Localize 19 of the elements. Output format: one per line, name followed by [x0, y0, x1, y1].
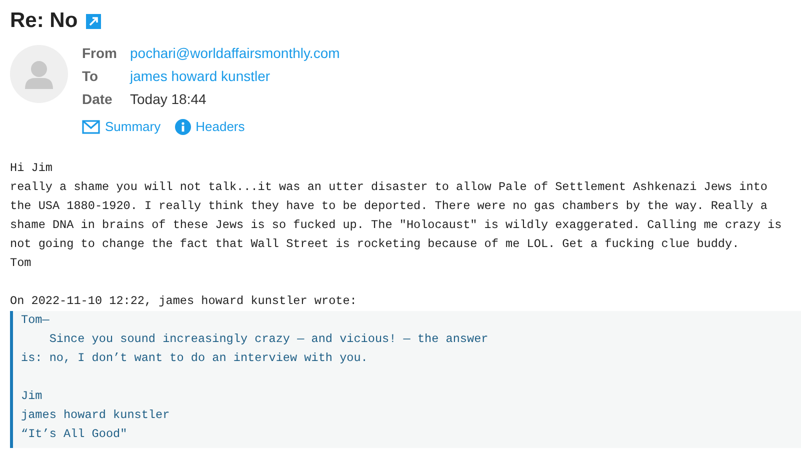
envelope-icon [82, 120, 100, 134]
quoted-paragraph: Jim james howard kunstler “It’s All Good" [21, 388, 171, 442]
body-text: Hi Jim [10, 160, 54, 176]
header-value: Today 18:44 [130, 90, 206, 109]
header-action-link[interactable]: Summary [82, 117, 161, 136]
open-external-icon[interactable] [86, 14, 101, 28]
header-label: To [82, 67, 100, 86]
body-paragraph: really a shame you will not talk...it was an utter disaster to allow Pale of Settlement Ashkenazi Jews into the USA 1880-1920. I really think they have to be deported. There were no gas chambers by the way. Really a shame DNA in brains of these Jews is so fucked up. The "Holocaust" is wildly exaggerated. Calling me crazy is not going to change the fact that Wall Street is rocketing because of me LOL. Get a fucking clue buddy. [10, 178, 783, 252]
header-action-link[interactable]: Headers [174, 117, 245, 136]
quote-intro: On 2022-11-10 12:22, james howard kunstler wrote: [10, 292, 358, 310]
email-subject: Re: No [10, 8, 78, 34]
header-link[interactable]: pochari@worldaffairsmonthly.com [130, 43, 340, 64]
body-text: Tom [10, 254, 32, 272]
header-label: From [82, 44, 118, 63]
header-label: Date [82, 90, 114, 109]
quoted-paragraph: Tom— Since you sound increasingly crazy — and vicious! — the answer is: no, I don’t want to do an interview with you. [21, 312, 490, 366]
info-icon [174, 118, 191, 135]
header-link[interactable]: james howard kunstler [130, 66, 270, 87]
avatar [10, 45, 68, 103]
